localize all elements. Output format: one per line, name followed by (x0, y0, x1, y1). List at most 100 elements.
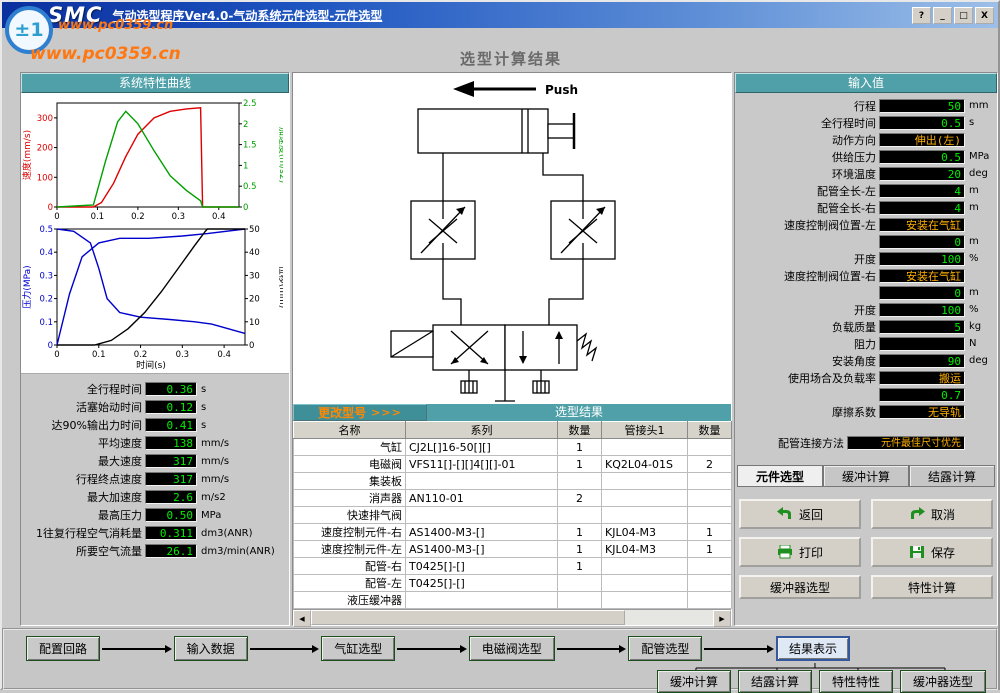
flow-step[interactable]: 配置回路 (26, 636, 100, 661)
flow-step[interactable]: 输入数据 (174, 636, 248, 661)
svg-text:30: 30 (249, 271, 260, 281)
input-value-display: 20 (879, 167, 965, 181)
push-label: Push (545, 83, 578, 97)
input-unit: MPa (965, 151, 995, 162)
flow-step[interactable]: 配管选型 (628, 636, 702, 661)
left-panel-header: 系统特性曲线 (21, 73, 289, 93)
result-value-display: 0.12 (145, 400, 197, 414)
svg-text:10: 10 (249, 318, 260, 328)
horizontal-scrollbar[interactable]: ◀ ▶ (293, 609, 731, 625)
svg-text:20: 20 (249, 295, 260, 305)
svg-text:0.2: 0.2 (134, 350, 148, 360)
titlebar: SMC 气动选型程序Ver4.0-气动系统元件选型-元件选型 ?_□X (2, 2, 998, 28)
result-value-display: 2.6 (145, 490, 197, 504)
result-row: 平均速度138mm/s (21, 434, 289, 452)
selection-row[interactable]: 集装板 (294, 473, 732, 490)
change-model-label: 更改型号 (318, 404, 366, 421)
input-label: 行程 (737, 98, 876, 114)
svg-text:0: 0 (249, 341, 254, 351)
input-label: 配管全长-右 (737, 200, 876, 216)
result-label: 活塞始动时间 (23, 399, 142, 415)
result-unit: mm/s (197, 474, 287, 485)
input-label: 阻力 (737, 336, 876, 352)
cancel-button[interactable]: 取消 (871, 499, 993, 529)
input-value-display: 0.7 (879, 388, 965, 402)
svg-text:0: 0 (54, 212, 59, 222)
svg-text:0: 0 (48, 341, 53, 351)
selection-result-title: 选型结果 (427, 404, 731, 421)
minimize-button[interactable]: _ (933, 7, 952, 24)
result-unit: m/s2 (197, 492, 287, 503)
input-label: 摩擦系数 (737, 404, 876, 420)
input-value-display: 安装在气缸 (879, 269, 965, 283)
buffer-select-button[interactable]: 缓冲器选型 (739, 575, 861, 599)
scrollbar-track[interactable] (311, 610, 713, 625)
selection-row[interactable]: 消声器AN110-012 (294, 490, 732, 507)
selection-table: 名称系列数量管接头1数量 气缸CJ2L[]16-50[][]1电磁阀VFS11[… (293, 421, 732, 609)
input-row: 行程50mm (735, 97, 997, 114)
scroll-right-button[interactable]: ▶ (713, 610, 731, 627)
input-unit: kg (965, 321, 995, 332)
input-label: 开度 (737, 302, 876, 318)
selection-row[interactable]: 配管-右T0425[]-[]1 (294, 558, 732, 575)
column-header: 系列 (406, 422, 558, 439)
action-buttons: 返回取消打印保存缓冲器选型特性计算 (735, 499, 997, 599)
input-label: 供给压力 (737, 149, 876, 165)
result-row: 最大加速度2.6m/s2 (21, 488, 289, 506)
print-button[interactable]: 打印 (739, 537, 861, 567)
return-button[interactable]: 返回 (739, 499, 861, 529)
input-value-display: 4 (879, 201, 965, 215)
input-label: 配管全长-左 (737, 183, 876, 199)
save-button[interactable]: 保存 (871, 537, 993, 567)
selection-row[interactable]: 快速排气阀 (294, 507, 732, 524)
selection-row[interactable]: 气缸CJ2L[]16-50[][]1 (294, 439, 732, 456)
input-value-display: 0.5 (879, 116, 965, 130)
svg-text:0.3: 0.3 (176, 350, 190, 360)
result-label: 最大速度 (23, 453, 142, 469)
maximize-button[interactable]: □ (954, 7, 973, 24)
tab[interactable]: 缓冲计算 (823, 465, 909, 487)
smc-logo: SMC (48, 3, 102, 27)
input-label: 环境温度 (737, 166, 876, 182)
flow-step[interactable]: 结果表示 (776, 636, 850, 661)
change-model-button[interactable]: 更改型号 >>> (293, 404, 427, 421)
selection-row[interactable]: 配管-左T0425[]-[] (294, 575, 732, 592)
pressure-displacement-chart: 00.10.20.30.400.10.20.30.40.501020304050… (21, 223, 283, 371)
flow-arrow-icon (102, 645, 172, 653)
scroll-left-button[interactable]: ◀ (293, 610, 311, 627)
input-label: 开度 (737, 251, 876, 267)
input-label: 速度控制阀位置-左 (737, 217, 876, 233)
close-button[interactable]: X (975, 7, 994, 24)
characteristic-calc-button[interactable]: 特性计算 (871, 575, 993, 599)
result-unit: dm3(ANR) (197, 528, 287, 539)
help-button[interactable]: ? (912, 7, 931, 24)
input-value-display: 安装在气缸 (879, 218, 965, 232)
svg-text:40: 40 (249, 248, 260, 258)
input-row: 配管连接方法元件最佳尺寸优先 (735, 434, 997, 451)
tab[interactable]: 结露计算 (909, 465, 995, 487)
input-unit: % (965, 304, 995, 315)
tab[interactable]: 元件选型 (737, 465, 823, 487)
selection-result-bar: 更改型号 >>> 选型结果 (293, 404, 731, 421)
selection-row[interactable]: 速度控制元件-左AS1400-M3-[]1KJL04-M31 (294, 541, 732, 558)
svg-text:0.1: 0.1 (91, 212, 105, 222)
svg-text:2.5: 2.5 (243, 99, 257, 109)
input-row: 0m (735, 284, 997, 301)
selection-row[interactable]: 电磁阀VFS11[]-[][]4[][]-011KQ2L04-01S2 (294, 456, 732, 473)
svg-text:0.1: 0.1 (92, 350, 106, 360)
input-value-display: 100 (879, 303, 965, 317)
input-value-display: 0 (879, 235, 965, 249)
result-row: 最大速度317mm/s (21, 452, 289, 470)
svg-text:0.4: 0.4 (39, 248, 53, 258)
scrollbar-thumb[interactable] (311, 610, 625, 625)
flow-step[interactable]: 气缸选型 (321, 636, 395, 661)
selection-row[interactable]: 液压缓冲器 (294, 592, 732, 609)
input-unit: m (965, 236, 995, 247)
input-value-display: 搬运 (879, 371, 965, 385)
svg-text:速度(mm/s): 速度(mm/s) (21, 130, 33, 180)
selection-row[interactable]: 速度控制元件-右AS1400-M3-[]1KJL04-M31 (294, 524, 732, 541)
input-row: 速度控制阀位置-左安装在气缸 (735, 216, 997, 233)
input-value-display: 100 (879, 252, 965, 266)
flow-step[interactable]: 电磁阀选型 (469, 636, 555, 661)
print-icon (777, 545, 793, 559)
